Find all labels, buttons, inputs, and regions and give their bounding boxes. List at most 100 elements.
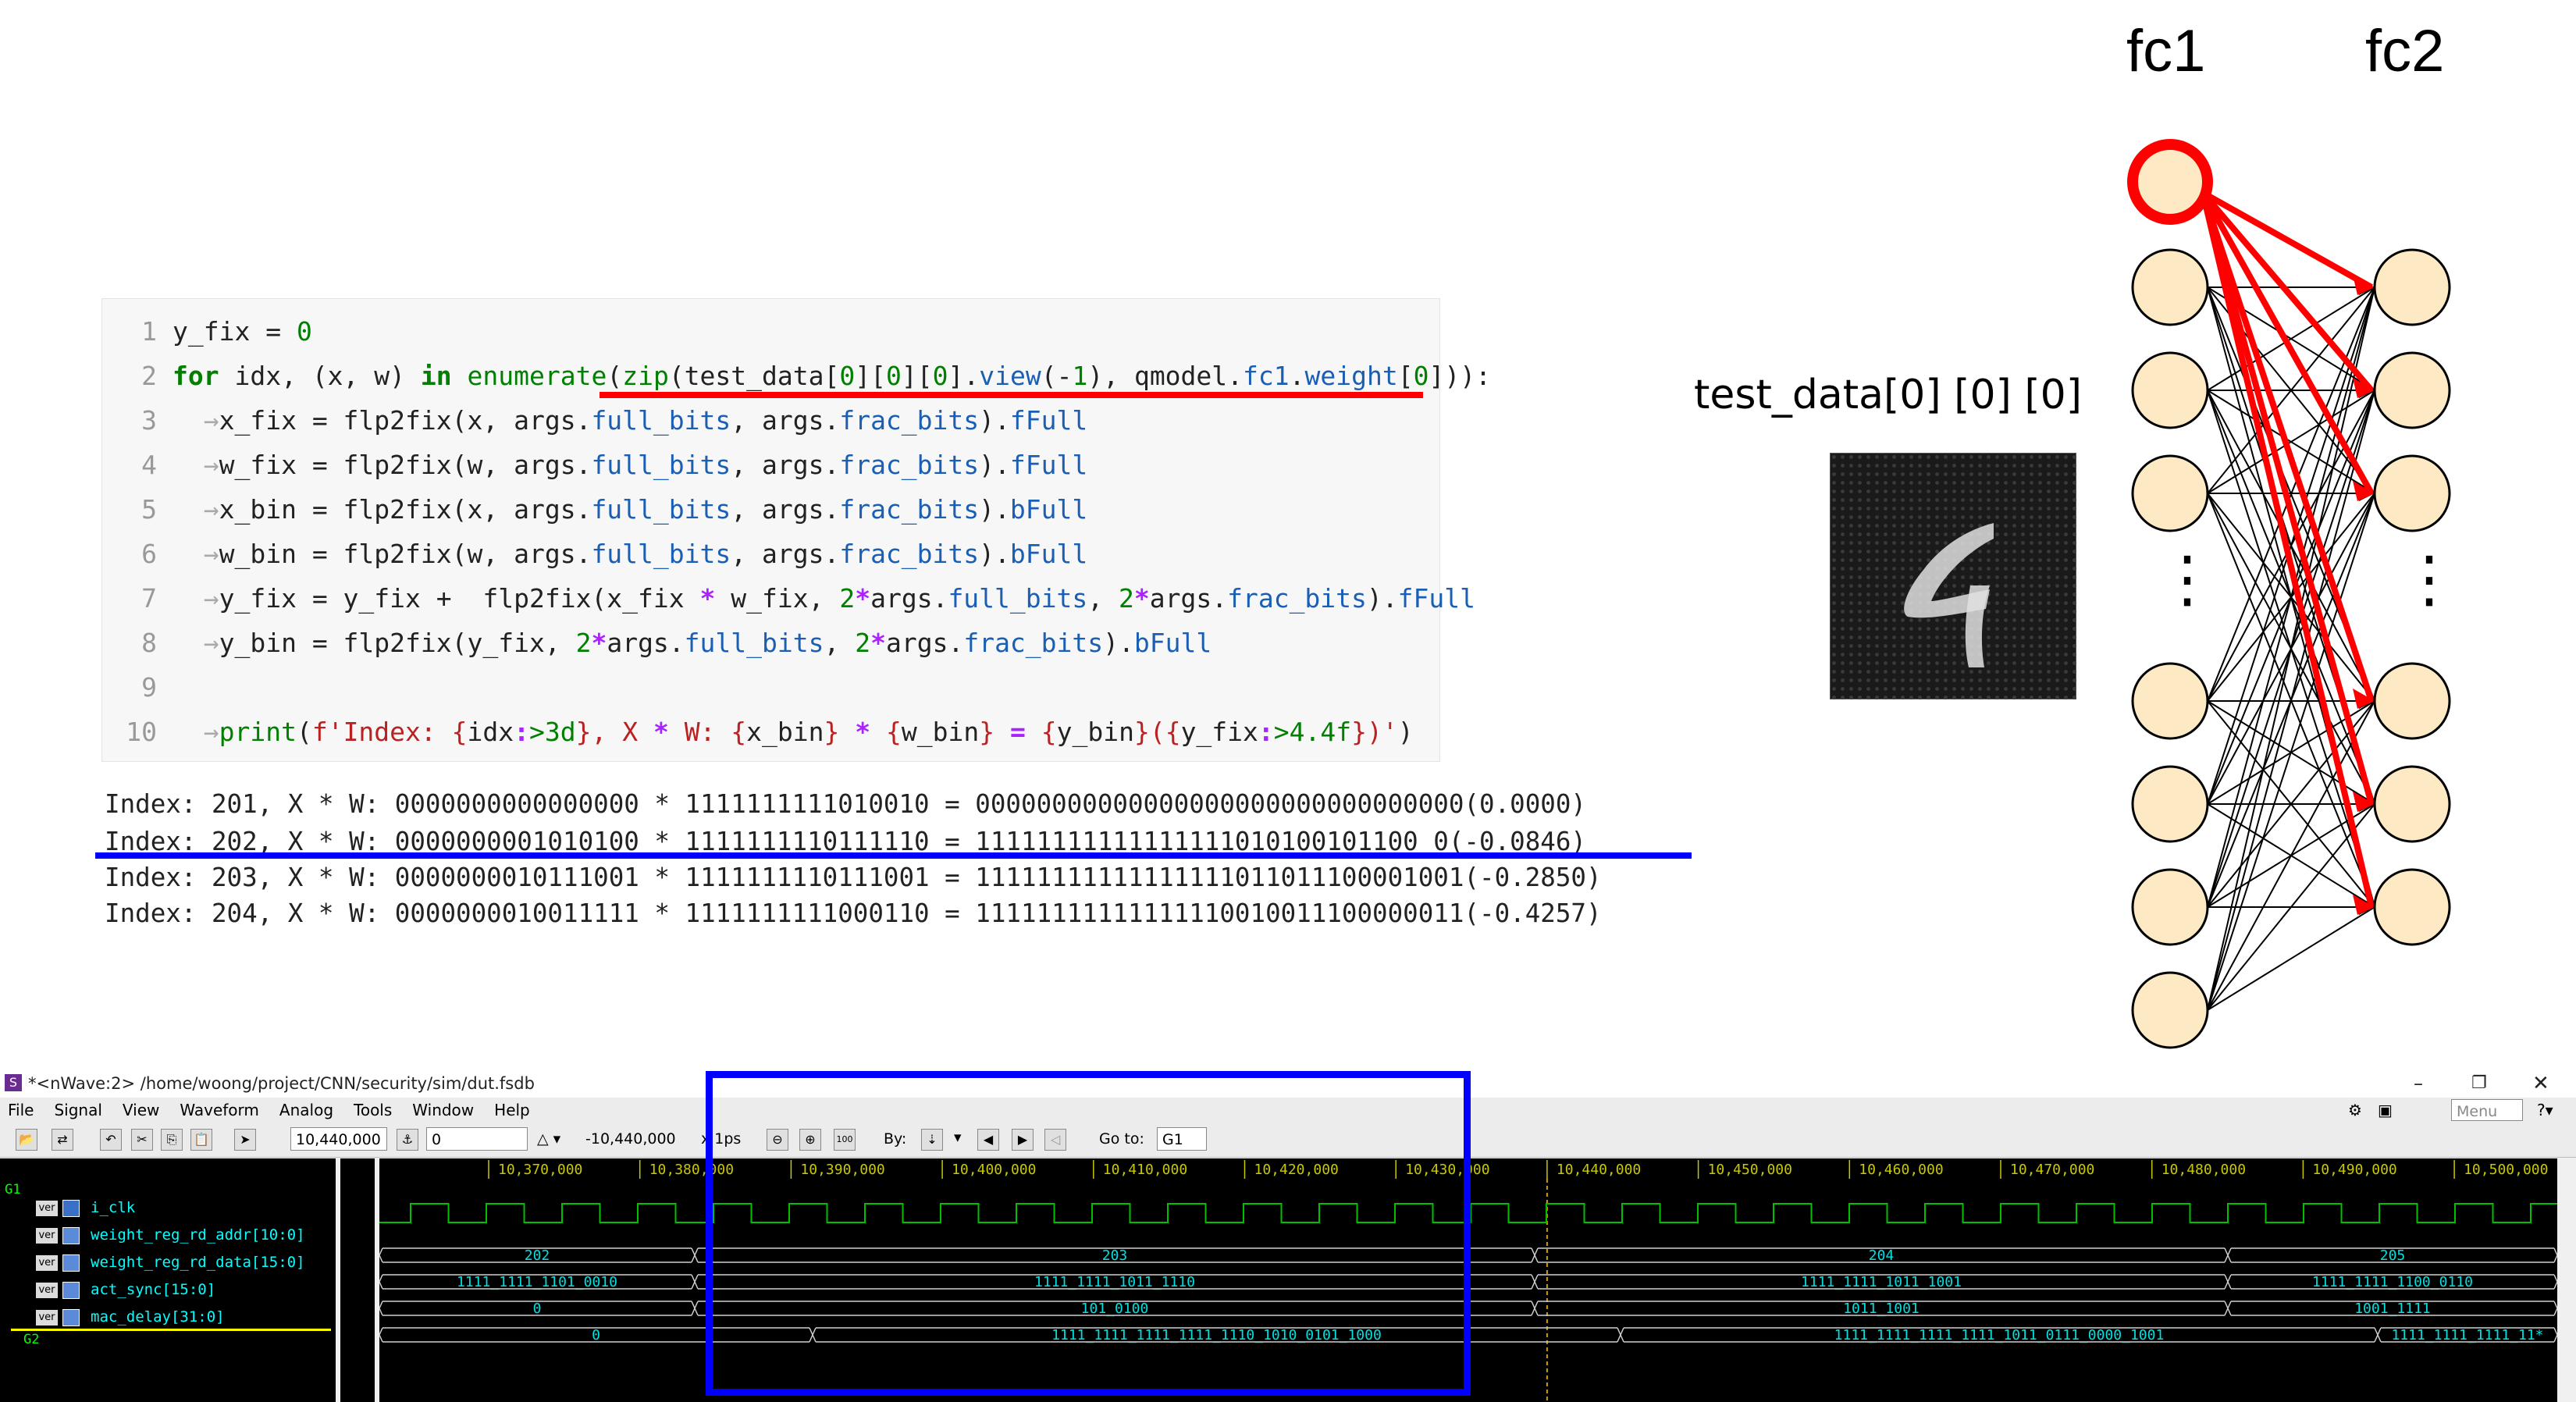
undo-icon[interactable]: ↶ <box>100 1129 122 1151</box>
cursor-time-input[interactable]: 10,440,000 <box>290 1127 387 1151</box>
time-tick-label: 10,370,000 <box>498 1162 582 1178</box>
bus-signal-icon <box>62 1254 80 1272</box>
fc1-neuron <box>2131 248 2209 326</box>
fc1-ellipsis: ⋮ <box>2156 543 2218 615</box>
blue-highlight-box <box>706 1071 1471 1396</box>
act-bus-value: 1011_1001 <box>1843 1301 1920 1317</box>
code-line: 6 →w_bin = flp2fix(w, args.full_bits, ar… <box>141 539 1088 569</box>
blue-underline <box>95 852 1692 859</box>
fc1-neuron <box>2131 662 2209 740</box>
connection-line <box>2207 906 2375 1011</box>
delta-icon: △ ▾ <box>537 1130 561 1148</box>
time-tick-label: 10,490,000 <box>2312 1162 2396 1178</box>
selection-line <box>11 1329 331 1331</box>
output-line-203: Index: 203, X * W: 0000000010111001 * 11… <box>105 863 1602 892</box>
layout-icon[interactable]: ▣ <box>2378 1098 2393 1123</box>
time-tick-label: 10,500,000 <box>2464 1162 2548 1178</box>
reload-icon[interactable]: ⇄ <box>52 1129 73 1151</box>
fc1-neuron <box>2131 454 2209 532</box>
fc2-neuron <box>2373 454 2451 532</box>
settings-icon[interactable]: ⚙ <box>2348 1098 2362 1123</box>
ver-badge: ver <box>36 1255 58 1271</box>
time-tick-label: 10,480,000 <box>2161 1162 2246 1178</box>
code-line: 4 →w_fix = flp2fix(w, args.full_bits, ar… <box>141 450 1088 480</box>
mac-bus-value: 1111_1111_1111_11* <box>2391 1327 2543 1343</box>
fc2-neuron <box>2373 248 2451 326</box>
delta-time: -10,440,000 <box>585 1130 676 1148</box>
signal-panel: G1 ver i_clk ver weight_reg_rd_addr[10:0… <box>0 1158 336 1402</box>
addr-bus-value: 202 <box>525 1247 550 1264</box>
input-label: test_data[0] [0] [0] <box>1694 372 2083 418</box>
menu-view[interactable]: View <box>123 1101 159 1119</box>
menu-file[interactable]: File <box>8 1101 34 1119</box>
fc2-neuron <box>2373 351 2451 429</box>
data-bus-value: 1111_1111_1011_1001 <box>1801 1274 1962 1290</box>
code-line: 10 →print(f'Index: {idx:>3d}, X * W: {x_… <box>126 717 1414 747</box>
signal-mac-delay[interactable]: mac_delay[31:0] <box>91 1308 225 1325</box>
clock-signal-icon <box>62 1200 80 1217</box>
menu-search-input[interactable]: Menu <box>2451 1099 2523 1121</box>
red-underline <box>600 392 1423 398</box>
menu-waveform[interactable]: Waveform <box>180 1101 259 1119</box>
bus-signal-icon <box>62 1309 80 1326</box>
connection-line <box>2207 286 2375 1011</box>
mnist-digit-image <box>1830 453 2076 699</box>
fc1-neuron <box>2131 765 2209 843</box>
fc1-neuron <box>2131 351 2209 429</box>
menu-help[interactable]: Help <box>494 1101 530 1119</box>
ver-badge: ver <box>36 1228 58 1244</box>
highlighted-fc1-neuron <box>2127 139 2213 225</box>
code-cell: 1 y_fix = 0 2 for idx, (x, w) in enumerate… <box>101 298 1491 762</box>
menu-analog[interactable]: Analog <box>279 1101 333 1119</box>
fc1-neuron <box>2131 971 2209 1049</box>
ver-badge: ver <box>36 1283 58 1298</box>
code-line: 3 →x_fix = flp2fix(x, args.full_bits, ar… <box>141 405 1088 436</box>
act-bus-value: 1001_1111 <box>2354 1301 2431 1317</box>
act-bus-value: 0 <box>533 1301 542 1317</box>
open-icon[interactable]: 📂 <box>16 1129 37 1151</box>
minimize-icon[interactable]: – <box>2414 1069 2423 1098</box>
window-title: *<nWave:2> /home/woong/project/CNN/secur… <box>28 1074 535 1093</box>
bus-signal-icon <box>62 1282 80 1299</box>
code-line: 8 →y_bin = flp2fix(y_fix, 2*args.full_bi… <box>141 628 1212 658</box>
data-bus-value: 1111_1111_1101_0010 <box>457 1274 617 1290</box>
marker-icon[interactable]: ⚓ <box>397 1129 418 1151</box>
time-tick-label: 10,440,000 <box>1557 1162 1641 1178</box>
menu-signal[interactable]: Signal <box>54 1101 101 1119</box>
app-icon: S <box>5 1074 22 1091</box>
close-icon[interactable]: ✕ <box>2532 1069 2549 1098</box>
code-line: 5 →x_bin = flp2fix(x, args.full_bits, ar… <box>141 494 1088 525</box>
code-line: 7 →y_fix = y_fix + flp2fix(x_fix * w_fix… <box>141 583 1475 614</box>
fc2-ellipsis: ⋮ <box>2398 543 2460 615</box>
cursor-icon[interactable]: ➤ <box>234 1129 256 1151</box>
signal-weight-reg-rd-addr[interactable]: weight_reg_rd_addr[10:0] <box>91 1226 305 1244</box>
copy-icon[interactable]: ⎘ <box>161 1129 183 1151</box>
mac-bus-value: 1111_1111_1111_1111_1011_0111_0000_1001 <box>1834 1327 2165 1343</box>
menu-tools[interactable]: Tools <box>354 1101 392 1119</box>
code-line: 9 <box>141 672 157 703</box>
help-dropdown-icon[interactable]: ?▾ <box>2537 1098 2553 1123</box>
fc2-neuron <box>2373 662 2451 740</box>
output-line-201: Index: 201, X * W: 0000000000000000 * 11… <box>105 789 1586 819</box>
fc2-neuron <box>2373 765 2451 843</box>
bus-signal-icon <box>62 1227 80 1244</box>
mac-bus-value: 0 <box>592 1327 600 1343</box>
connection-line <box>2207 700 2375 1011</box>
ver-badge: ver <box>36 1310 58 1325</box>
restore-icon[interactable]: ❐ <box>2471 1069 2487 1098</box>
signal-i-clk[interactable]: i_clk <box>91 1199 135 1216</box>
data-bus-value: 1111_1111_1100_0110 <box>2312 1274 2473 1290</box>
paste-icon[interactable]: 📋 <box>190 1129 212 1151</box>
addr-bus-value: 204 <box>1869 1247 1895 1264</box>
value-column <box>340 1158 375 1402</box>
ver-badge: ver <box>36 1201 58 1216</box>
menu-window[interactable]: Window <box>412 1101 474 1119</box>
time-tick-label: 10,450,000 <box>1708 1162 1792 1178</box>
group-g2[interactable]: G2 <box>23 1332 39 1347</box>
fc2-neuron <box>2373 868 2451 946</box>
signal-act-sync[interactable]: act_sync[15:0] <box>91 1281 215 1298</box>
signal-weight-reg-rd-data[interactable]: weight_reg_rd_data[15:0] <box>91 1254 305 1271</box>
cut-icon[interactable]: ✂ <box>131 1129 153 1151</box>
marker-time-input[interactable]: 0 <box>426 1127 528 1151</box>
group-g1[interactable]: G1 <box>5 1182 20 1197</box>
